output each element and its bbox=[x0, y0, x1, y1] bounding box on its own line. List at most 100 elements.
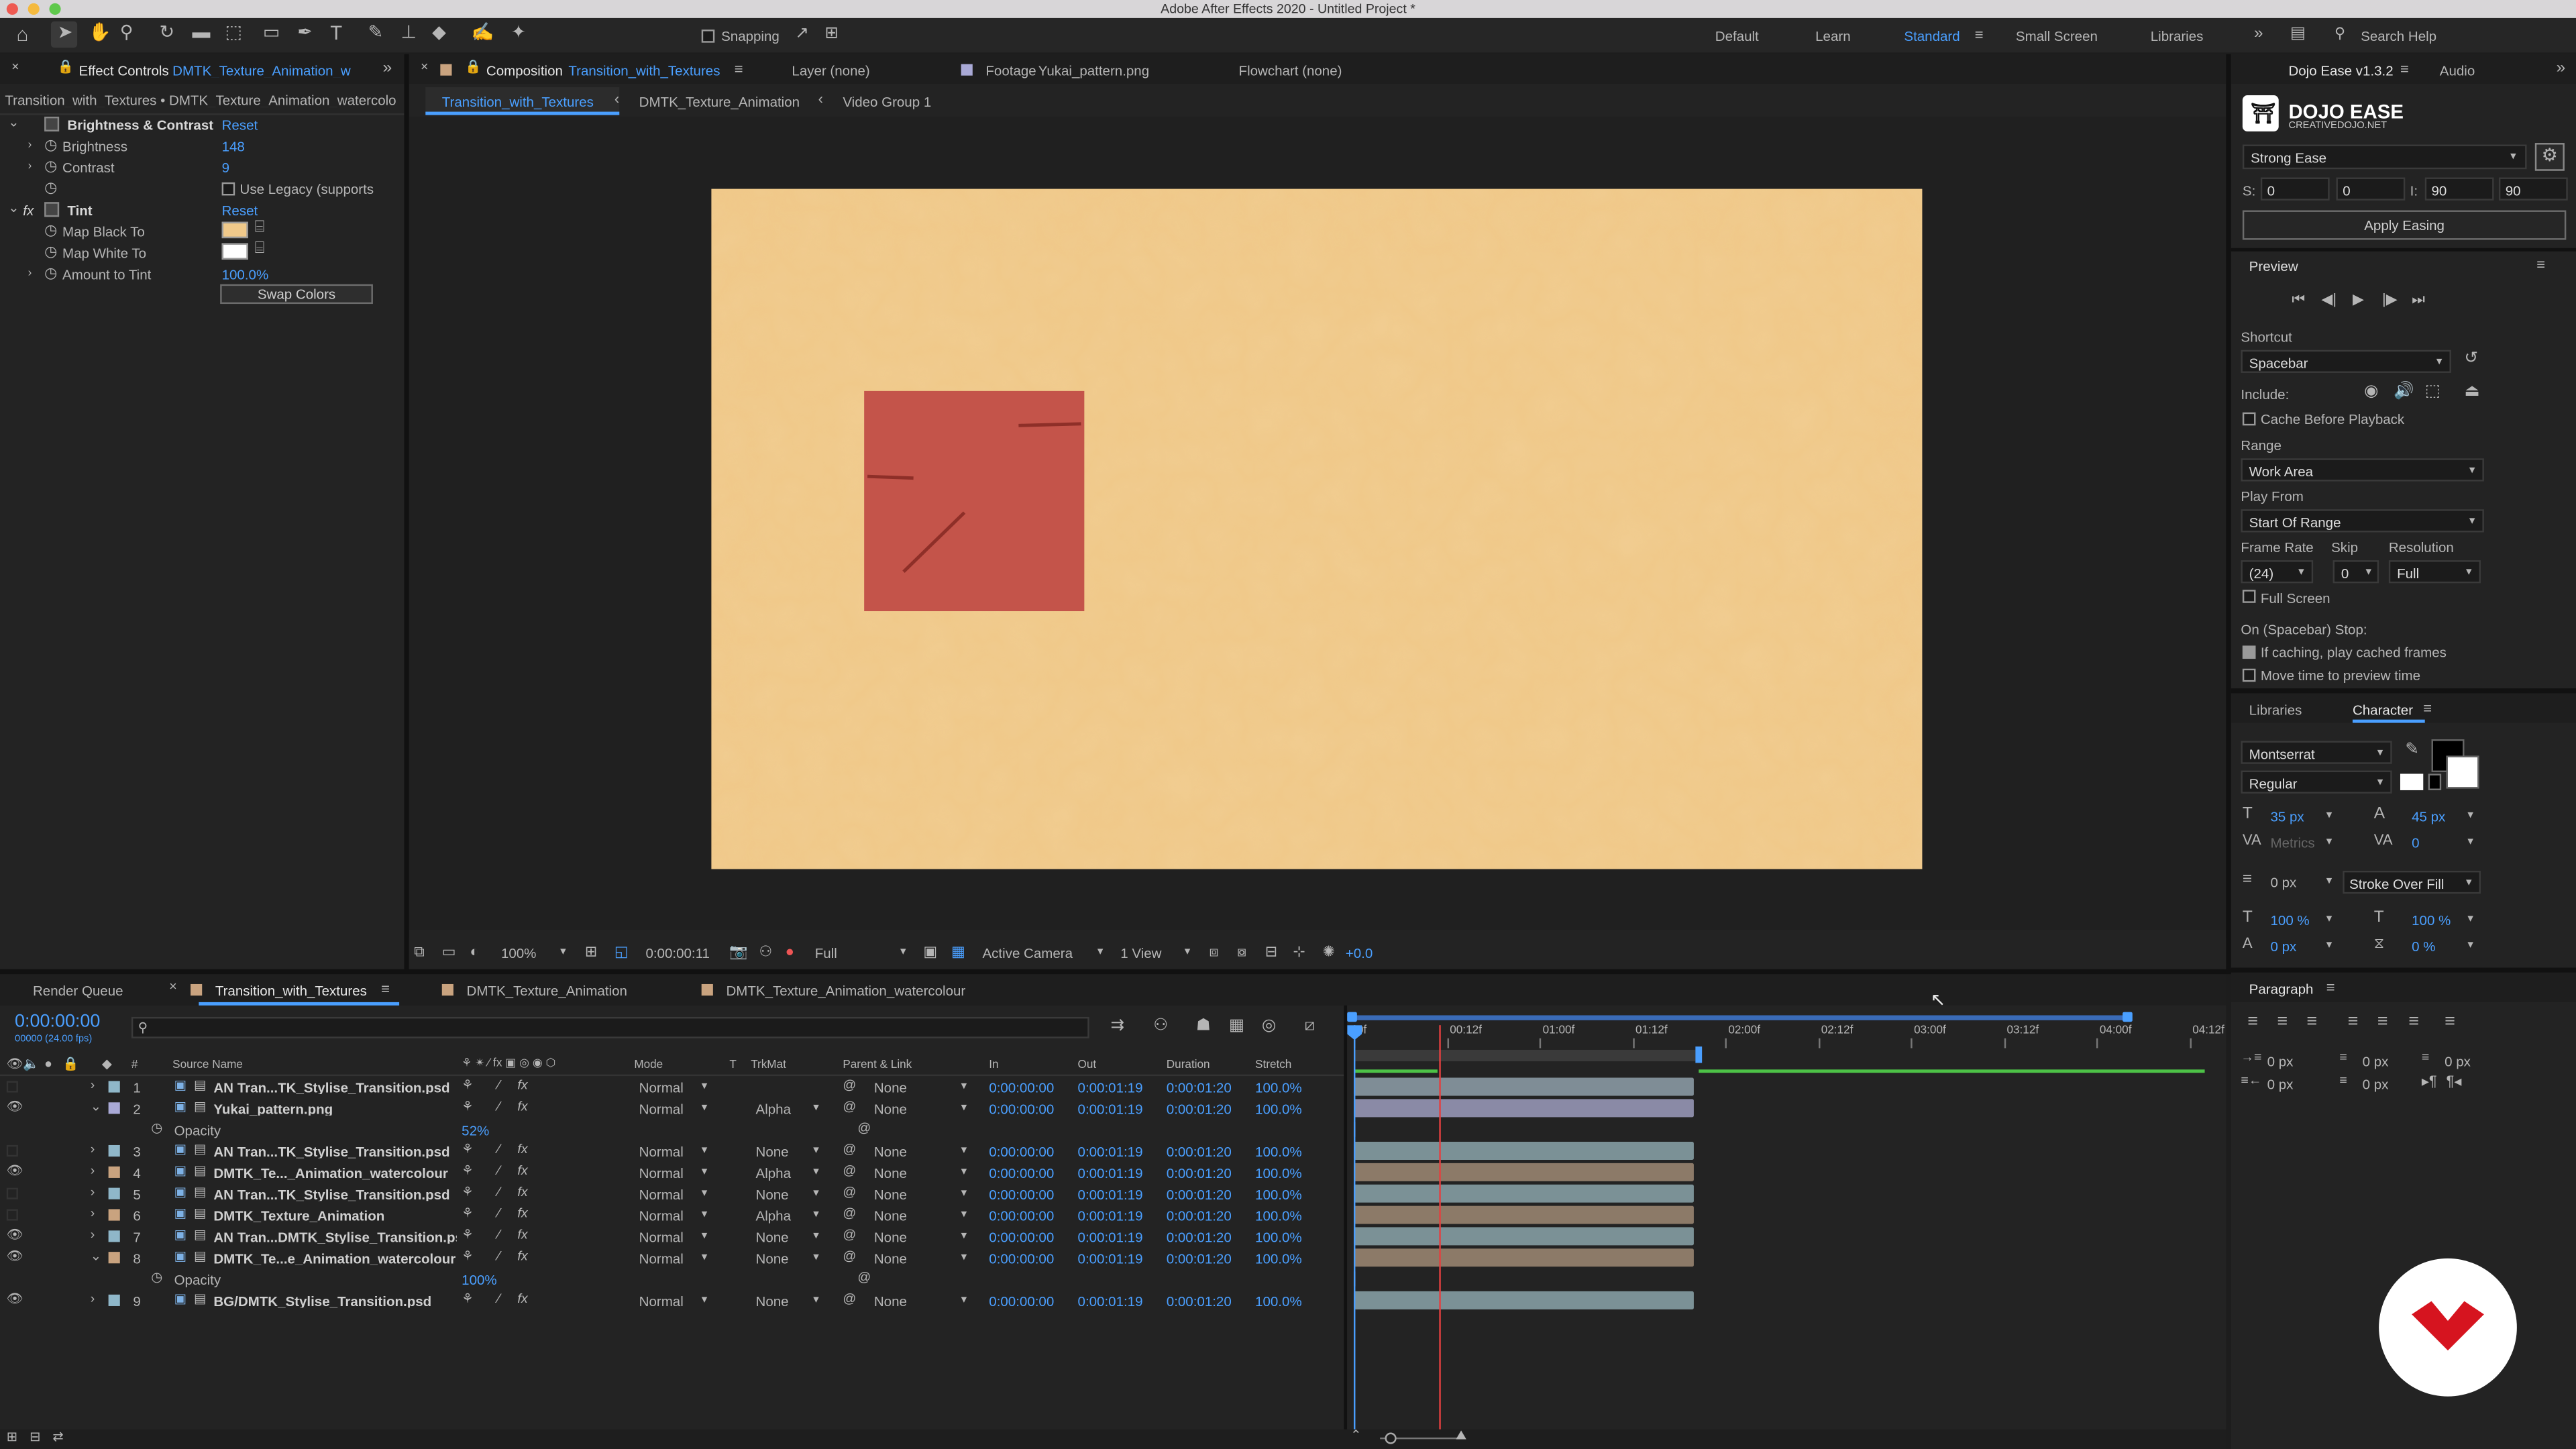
workspace-menu-icon[interactable]: ≡ bbox=[1975, 27, 1984, 43]
leading-value[interactable]: 45 px bbox=[2412, 809, 2445, 824]
property-value[interactable]: 100% bbox=[462, 1273, 496, 1287]
justify-right-icon[interactable]: ≡ bbox=[2408, 1013, 2419, 1032]
layer-duration-bar[interactable] bbox=[1353, 1248, 1694, 1267]
layer-row[interactable]: › 1 ▣ ▤ AN Tran...TK_Stylise_Transition.psd ⚘… bbox=[0, 1076, 1344, 1097]
font-family-select[interactable]: Montserrat ▾ bbox=[2241, 741, 2392, 764]
stopwatch-icon[interactable]: ◷ bbox=[44, 137, 57, 153]
shy-switch-icon[interactable]: ⚘ bbox=[462, 1207, 474, 1221]
panel-menu-icon[interactable]: ≡ bbox=[735, 62, 743, 77]
timeline-icon[interactable]: ⊟ bbox=[1265, 944, 1277, 959]
trkmat-select[interactable]: None bbox=[756, 1144, 789, 1159]
in-out-columns-icon[interactable]: ⇄ bbox=[52, 1430, 63, 1444]
layer-name[interactable]: AN Tran...TK_Stylise_Transition.psd bbox=[213, 1145, 456, 1159]
stretch-value[interactable]: 100.0% bbox=[1255, 1102, 1302, 1116]
parent-select[interactable]: None bbox=[874, 1251, 907, 1266]
workspace-small-screen[interactable]: Small Screen bbox=[2016, 29, 2098, 44]
resolution-select[interactable]: Full bbox=[815, 946, 837, 961]
include-overlays-icon[interactable]: ⬚ bbox=[2425, 384, 2440, 400]
expand-chevron-icon[interactable]: › bbox=[91, 1292, 95, 1306]
clone-stamp-tool-icon[interactable]: ⊥ bbox=[401, 24, 417, 43]
label-color[interactable] bbox=[108, 1294, 120, 1306]
graph-editor-icon[interactable]: ⧄ bbox=[1305, 1018, 1316, 1034]
time-graph[interactable]: 0f00:12f01:00f01:12f02:00f02:12f03:00f03… bbox=[1347, 1005, 2226, 1433]
more-workspaces-icon[interactable]: » bbox=[2254, 25, 2263, 42]
use-legacy-checkbox[interactable] bbox=[221, 182, 235, 196]
shortcut-select[interactable]: Spacebar ▾ bbox=[2241, 350, 2451, 373]
shy-switch-icon[interactable]: ⚘ bbox=[462, 1142, 474, 1157]
blend-mode-select[interactable]: Normal bbox=[639, 1102, 684, 1116]
fx-label[interactable]: fx bbox=[23, 203, 34, 218]
expand-chevron-icon[interactable]: › bbox=[91, 1228, 95, 1242]
expand-chevron-icon[interactable]: › bbox=[28, 161, 32, 172]
draft-3d-icon[interactable]: ⚇ bbox=[1153, 1018, 1168, 1034]
lock-icon[interactable]: 🔒 bbox=[58, 60, 74, 74]
expand-chevron-icon[interactable]: › bbox=[91, 1164, 95, 1178]
font-size-value[interactable]: 35 px bbox=[2271, 809, 2304, 824]
pickwhip-icon[interactable]: @ bbox=[857, 1271, 871, 1285]
comp-canvas[interactable] bbox=[711, 189, 1923, 869]
pickwhip-icon[interactable]: @ bbox=[843, 1079, 856, 1093]
time-navigator[interactable] bbox=[1350, 1015, 2128, 1020]
align-right-icon[interactable]: ≡ bbox=[2306, 1013, 2317, 1032]
in-point[interactable]: 0:00:00:00 bbox=[989, 1080, 1054, 1095]
color-channel-icon[interactable]: ● bbox=[786, 944, 794, 959]
crumb-video-group[interactable]: Video Group 1 bbox=[843, 95, 931, 109]
layer-name[interactable]: BG/DMTK_Stylise_Transition.psd bbox=[213, 1295, 456, 1309]
pickwhip-icon[interactable]: @ bbox=[843, 1292, 856, 1306]
effect-toggle-icon[interactable] bbox=[44, 116, 60, 131]
eyedropper-icon[interactable]: ✎ bbox=[2405, 742, 2419, 759]
home-icon[interactable]: ⌂ bbox=[16, 25, 28, 44]
horizontal-scale-value[interactable]: 100 % bbox=[2412, 913, 2451, 928]
pickwhip-icon[interactable]: @ bbox=[843, 1164, 856, 1178]
brightness-contrast-reset[interactable]: Reset bbox=[222, 117, 258, 132]
stretch-value[interactable]: 100.0% bbox=[1255, 1144, 1302, 1159]
visibility-eye-icon[interactable]: 👁 bbox=[7, 1292, 23, 1306]
exposure-value[interactable]: +0.0 bbox=[1346, 946, 1373, 961]
parent-select[interactable]: None bbox=[874, 1294, 907, 1309]
in-point[interactable]: 0:00:00:00 bbox=[989, 1187, 1054, 1202]
include-external-icon[interactable]: ⏏ bbox=[2464, 384, 2479, 400]
visibility-toggle[interactable] bbox=[6, 1187, 18, 1199]
panel-menu-icon[interactable]: ≡ bbox=[381, 981, 390, 998]
trkmat-header[interactable]: TrkMat bbox=[751, 1060, 786, 1071]
layer-tab[interactable]: Layer (none) bbox=[792, 63, 869, 78]
stopwatch-icon[interactable]: ◷ bbox=[44, 180, 57, 195]
stopwatch-icon[interactable]: ◷ bbox=[44, 266, 57, 281]
duration-value[interactable]: 0:00:01:20 bbox=[1167, 1166, 1232, 1181]
duration-header[interactable]: Duration bbox=[1167, 1060, 1210, 1071]
stroke-mode-select[interactable]: Stroke Over Fill ▾ bbox=[2343, 870, 2481, 894]
stopwatch-icon[interactable]: ◷ bbox=[44, 223, 57, 238]
close-tab-icon[interactable]: × bbox=[169, 980, 176, 994]
pen-tool-icon[interactable]: ✒ bbox=[297, 24, 313, 43]
play-icon[interactable]: ▶ bbox=[2353, 292, 2364, 307]
stretch-value[interactable]: 100.0% bbox=[1255, 1251, 1302, 1266]
frame-blending-icon[interactable]: ▦ bbox=[1229, 1018, 1244, 1034]
parent-select[interactable]: None bbox=[874, 1102, 907, 1116]
visibility-toggle[interactable] bbox=[6, 1209, 18, 1221]
duration-value[interactable]: 0:00:01:20 bbox=[1167, 1080, 1232, 1095]
blend-mode-select[interactable]: Normal bbox=[639, 1144, 684, 1159]
fx-switch-icon[interactable]: fx bbox=[517, 1079, 527, 1093]
layer-name[interactable]: AN Tran...TK_Stylise_Transition.psd bbox=[213, 1081, 456, 1095]
duration-value[interactable]: 0:00:01:20 bbox=[1167, 1230, 1232, 1244]
out-point[interactable]: 0:00:01:19 bbox=[1078, 1166, 1143, 1181]
snapping-checkbox[interactable] bbox=[701, 30, 715, 43]
font-style-select[interactable]: Regular ▾ bbox=[2241, 770, 2392, 794]
pickwhip-icon[interactable]: @ bbox=[843, 1100, 856, 1114]
layer-row[interactable]: 👁 › 7 ▣ ▤ AN Tran...DMTK_Stylise_Transition.p… bbox=[0, 1226, 1344, 1247]
fx-switch-icon[interactable]: fx bbox=[517, 1249, 527, 1264]
include-video-icon[interactable]: ◉ bbox=[2364, 384, 2378, 400]
blend-mode-select[interactable]: Normal bbox=[639, 1230, 684, 1244]
quality-switch-icon[interactable]: ⁄ bbox=[498, 1207, 500, 1221]
shy-switch-icon[interactable]: ⚘ bbox=[462, 1292, 474, 1306]
roto-brush-tool-icon[interactable]: ✍ bbox=[472, 24, 494, 43]
lock-icon[interactable]: 🔒 bbox=[465, 60, 481, 74]
quality-switch-icon[interactable]: ⁄ bbox=[498, 1185, 500, 1199]
white-swatch[interactable] bbox=[2400, 773, 2424, 790]
navigator-start-handle[interactable] bbox=[1347, 1012, 1357, 1022]
shy-switch-icon[interactable]: ⚘ bbox=[462, 1100, 474, 1114]
layer-switches-icon[interactable]: ⊞ bbox=[7, 1430, 17, 1444]
include-audio-icon[interactable]: 🔊 bbox=[2394, 384, 2414, 400]
show-snapshot-icon[interactable]: ⚇ bbox=[759, 944, 772, 959]
pickwhip-icon[interactable]: @ bbox=[843, 1207, 856, 1221]
